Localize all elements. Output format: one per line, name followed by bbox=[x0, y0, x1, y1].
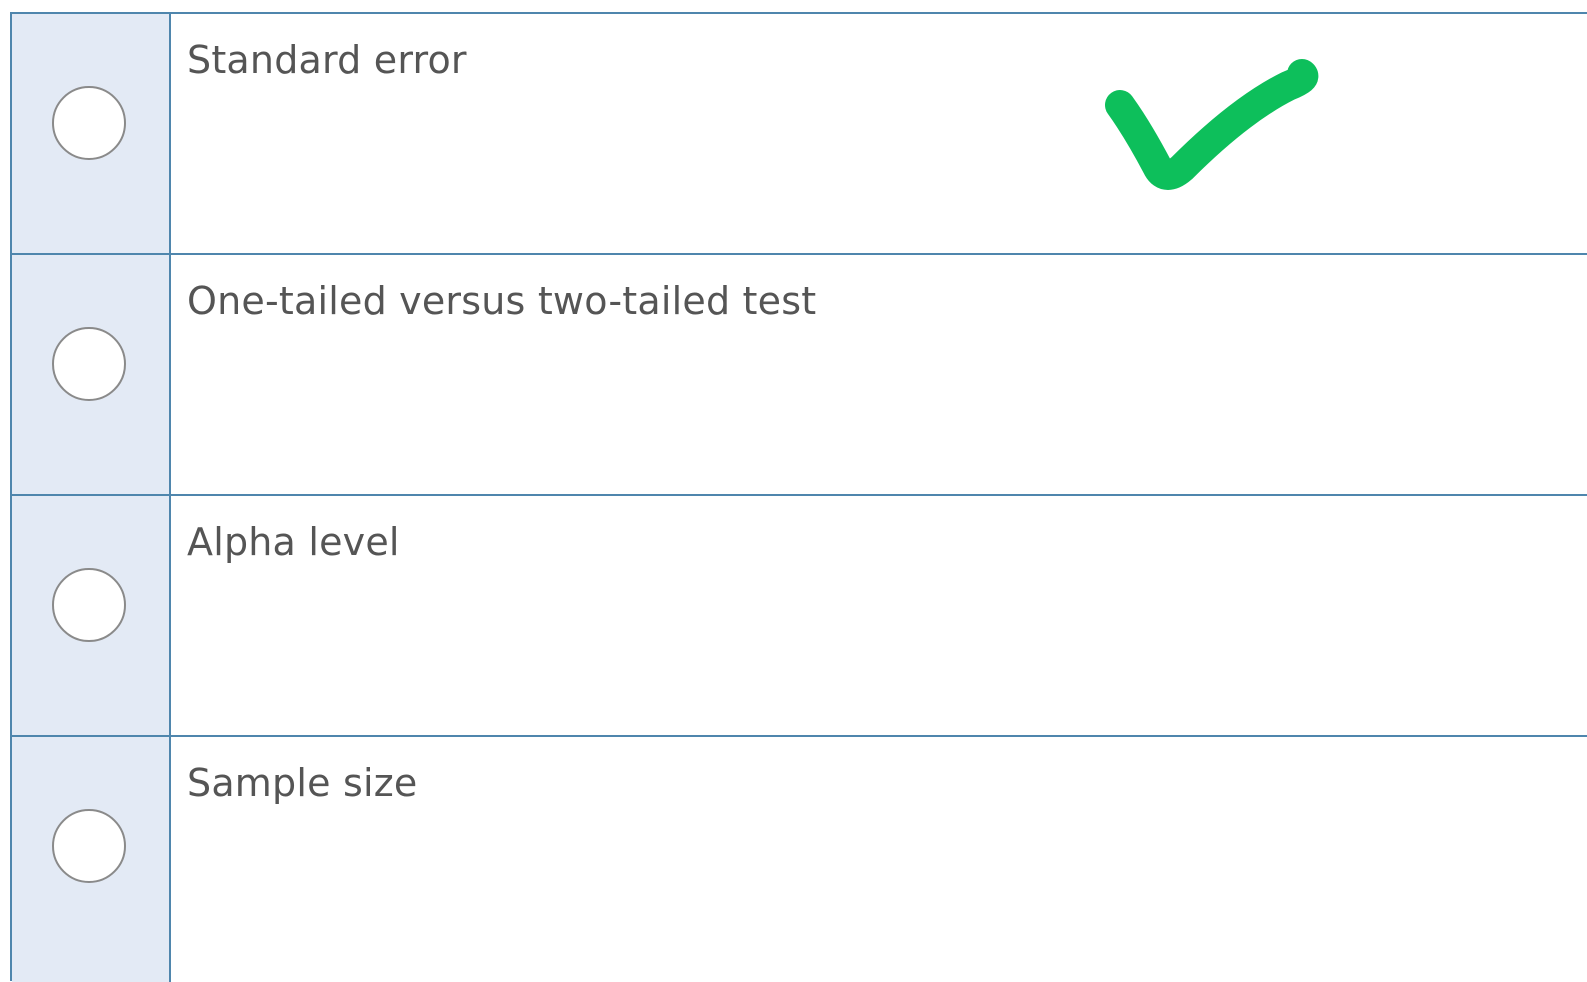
radio-button-standard-error[interactable] bbox=[52, 86, 126, 160]
label-cell: Alpha level bbox=[171, 496, 1587, 735]
radio-button-alpha-level[interactable] bbox=[52, 568, 126, 642]
radio-cell bbox=[12, 737, 171, 982]
radio-cell bbox=[12, 14, 171, 253]
option-row-one-tailed-vs-two-tailed[interactable]: One-tailed versus two-tailed test bbox=[12, 255, 1587, 496]
option-row-standard-error[interactable]: Standard error bbox=[12, 14, 1587, 255]
option-row-alpha-level[interactable]: Alpha level bbox=[12, 496, 1587, 737]
option-label: Standard error bbox=[187, 38, 467, 82]
radio-cell bbox=[12, 496, 171, 735]
radio-button-sample-size[interactable] bbox=[52, 809, 126, 883]
radio-button-one-tailed-vs-two-tailed[interactable] bbox=[52, 327, 126, 401]
option-label: Alpha level bbox=[187, 520, 400, 564]
option-label: One-tailed versus two-tailed test bbox=[187, 279, 817, 323]
answer-options-table: Standard error One-tailed versus two-tai… bbox=[10, 12, 1587, 982]
option-label: Sample size bbox=[187, 761, 418, 805]
label-cell: Sample size bbox=[171, 737, 1587, 982]
label-cell: Standard error bbox=[171, 14, 1587, 253]
option-row-sample-size[interactable]: Sample size bbox=[12, 737, 1587, 982]
radio-cell bbox=[12, 255, 171, 494]
label-cell: One-tailed versus two-tailed test bbox=[171, 255, 1587, 494]
